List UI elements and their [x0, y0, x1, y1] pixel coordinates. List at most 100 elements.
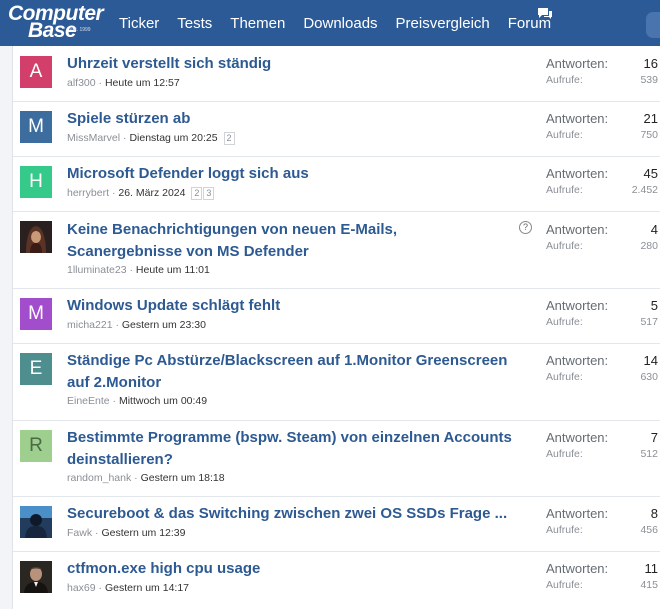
thread-date[interactable]: Gestern um 18:18 [141, 472, 225, 484]
replies-count: 8 [650, 506, 658, 521]
views-count: 415 [640, 579, 658, 591]
nav-themen[interactable]: Themen [221, 15, 294, 32]
views-count: 512 [640, 448, 658, 460]
thread-title[interactable]: Keine Benachrichtigungen von neuen E-Mai… [67, 219, 507, 263]
replies-count: 21 [643, 111, 658, 126]
thread-author[interactable]: 1lluminate23 [67, 264, 127, 276]
views-label: Aufrufe: [546, 524, 583, 536]
replies-count: 7 [650, 430, 658, 445]
main-nav: Ticker Tests Themen Downloads Preisvergl… [110, 0, 560, 46]
nav-ticker[interactable]: Ticker [110, 15, 168, 32]
views-label: Aufrufe: [546, 129, 583, 141]
replies-label: Antworten: [546, 111, 609, 126]
thread-meta: micha221 · Gestern um 23:30 [67, 319, 206, 331]
thread-row[interactable]: H Microsoft Defender loggt sich aus herr… [13, 157, 660, 212]
thread-row[interactable]: M Spiele stürzen ab MissMarvel · Diensta… [13, 102, 660, 157]
replies-label: Antworten: [546, 561, 609, 576]
thread-author[interactable]: random_hank [67, 472, 131, 484]
thread-meta: 1lluminate23 · Heute um 11:01 [67, 264, 210, 276]
thread-meta: hax69 · Gestern um 14:17 [67, 582, 189, 594]
thread-meta: herrybert · 26. März 2024 23 [67, 187, 215, 200]
views-label: Aufrufe: [546, 448, 583, 460]
replies-count: 14 [643, 353, 658, 368]
thread-author[interactable]: EineEnte [67, 395, 110, 407]
thread-meta: alf300 · Heute um 12:57 [67, 77, 180, 89]
top-navigation-bar: Computer Base est. 1999 Ticker Tests The… [0, 0, 660, 46]
thread-row[interactable]: E Ständige Pc Abstürze/Blackscreen auf 1… [13, 344, 660, 421]
thread-avatar[interactable] [20, 506, 52, 538]
thread-date[interactable]: Gestern um 23:30 [122, 319, 206, 331]
thread-avatar[interactable] [20, 221, 52, 253]
replies-count: 4 [650, 222, 658, 237]
thread-avatar[interactable]: M [20, 111, 52, 143]
thread-date[interactable]: Dienstag um 20:25 [129, 132, 217, 144]
thread-avatar[interactable]: H [20, 166, 52, 198]
question-mark-icon[interactable]: ? [519, 221, 532, 234]
thread-title[interactable]: Bestimmte Programme (bspw. Steam) von ei… [67, 427, 527, 471]
page-link[interactable]: 3 [203, 187, 215, 200]
thread-avatar[interactable]: E [20, 353, 52, 385]
replies-count: 45 [643, 166, 658, 181]
thread-avatar[interactable]: M [20, 298, 52, 330]
replies-label: Antworten: [546, 166, 609, 181]
replies-count: 11 [644, 561, 659, 576]
thread-row[interactable]: M Windows Update schlägt fehlt micha221 … [13, 289, 660, 344]
thread-row[interactable]: Secureboot & das Switching zwischen zwei… [13, 497, 660, 552]
thread-meta: random_hank · Gestern um 18:18 [67, 472, 225, 484]
views-count: 630 [640, 371, 658, 383]
thread-title[interactable]: Uhrzeit verstellt sich ständig [67, 53, 271, 75]
thread-date[interactable]: Gestern um 14:17 [105, 582, 189, 594]
logo-line-2: Base [28, 19, 77, 42]
thread-date[interactable]: Heute um 12:57 [105, 77, 180, 89]
replies-label: Antworten: [546, 222, 609, 237]
thread-row[interactable]: Keine Benachrichtigungen von neuen E-Mai… [13, 212, 660, 289]
thread-avatar[interactable]: R [20, 430, 52, 462]
thread-row[interactable]: R Bestimmte Programme (bspw. Steam) von … [13, 421, 660, 497]
thread-title[interactable]: Secureboot & das Switching zwischen zwei… [67, 503, 507, 525]
thread-author[interactable]: Fawk [67, 527, 92, 539]
gamer-avatar-icon [20, 506, 52, 538]
views-label: Aufrufe: [546, 371, 583, 383]
thread-meta: Fawk · Gestern um 12:39 [67, 527, 186, 539]
views-label: Aufrufe: [546, 316, 583, 328]
thread-title[interactable]: Ständige Pc Abstürze/Blackscreen auf 1.M… [67, 350, 527, 394]
thread-title[interactable]: Spiele stürzen ab [67, 108, 190, 130]
thread-avatar[interactable] [20, 561, 52, 593]
thread-title[interactable]: Microsoft Defender loggt sich aus [67, 163, 309, 185]
thread-author[interactable]: MissMarvel [67, 132, 120, 144]
thread-meta: EineEnte · Mittwoch um 00:49 [67, 395, 208, 407]
thread-author[interactable]: hax69 [67, 582, 96, 594]
replies-label: Antworten: [546, 56, 609, 71]
thread-title[interactable]: Windows Update schlägt fehlt [67, 295, 280, 317]
views-label: Aufrufe: [546, 240, 583, 252]
thread-author[interactable]: micha221 [67, 319, 113, 331]
thread-title[interactable]: ctfmon.exe high cpu usage [67, 558, 260, 580]
chat-bubbles-icon[interactable] [537, 7, 553, 21]
replies-label: Antworten: [546, 298, 609, 313]
page-link[interactable]: 2 [191, 187, 203, 200]
thread-date[interactable]: 26. März 2024 [118, 187, 185, 199]
nav-downloads[interactable]: Downloads [294, 15, 386, 32]
computerbase-logo[interactable]: Computer Base est. 1999 [8, 2, 104, 43]
page-link[interactable]: 2 [223, 132, 235, 145]
views-count: 517 [640, 316, 658, 328]
thread-date[interactable]: Heute um 11:01 [136, 264, 210, 276]
thread-list: A Uhrzeit verstellt sich ständig alf300 … [12, 46, 660, 609]
user-avatar[interactable] [646, 12, 660, 38]
views-count: 2.452 [631, 184, 658, 196]
thread-avatar[interactable]: A [20, 56, 52, 88]
nav-preisvergleich[interactable]: Preisvergleich [387, 15, 499, 32]
thread-author[interactable]: herrybert [67, 187, 109, 199]
thread-meta: MissMarvel · Dienstag um 20:25 2 [67, 132, 235, 145]
thread-row[interactable]: ctfmon.exe high cpu usage hax69 · Gester… [13, 552, 660, 609]
portrait-avatar-icon [20, 561, 52, 593]
thread-date[interactable]: Gestern um 12:39 [101, 527, 185, 539]
thread-author[interactable]: alf300 [67, 77, 96, 89]
replies-label: Antworten: [546, 430, 609, 445]
nav-tests[interactable]: Tests [168, 15, 221, 32]
replies-count: 5 [650, 298, 658, 313]
thread-row[interactable]: A Uhrzeit verstellt sich ständig alf300 … [13, 46, 660, 102]
thread-date[interactable]: Mittwoch um 00:49 [119, 395, 207, 407]
views-label: Aufrufe: [546, 74, 583, 86]
hooded-figure-avatar-icon [20, 221, 52, 253]
